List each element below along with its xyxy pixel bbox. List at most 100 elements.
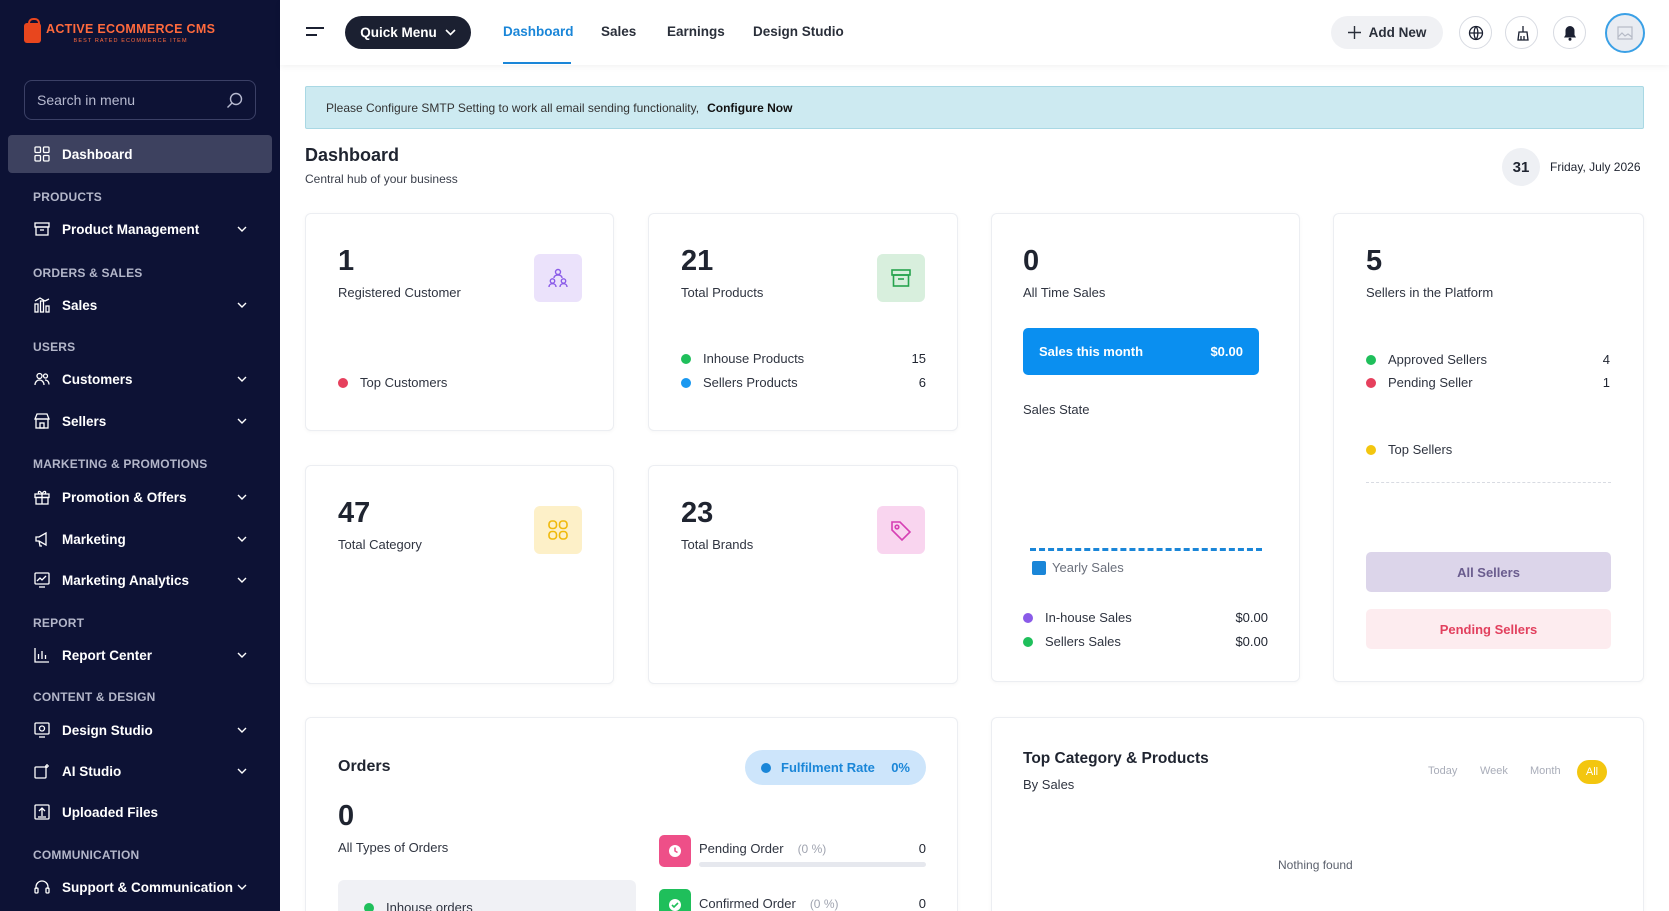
sidebar-item-label: Product Management [62,221,200,237]
inhouse-products-label: Inhouse Products [703,351,805,366]
date-day-badge: 31 [1502,148,1540,186]
sidebar-item-label: Marketing [62,531,126,547]
yellow-dot [1366,444,1376,455]
sales-this-month-button[interactable]: Sales this month $0.00 [1023,328,1259,375]
globe-icon[interactable] [1459,16,1492,49]
blue-dot [761,762,771,773]
brand-logo[interactable]: ACTIVE ECOMMERCE CMS BEST RATED ECOMMERC… [24,18,216,44]
top-category-card [991,717,1644,911]
filter-today[interactable]: Today [1428,765,1457,777]
legend-label: Yearly Sales [1052,560,1124,575]
sidebar-search-input[interactable]: Search in menu [24,80,256,120]
sidebar-item-uploaded-files[interactable]: Uploaded Files [33,800,249,824]
inhouse-orders-box: Inhouse orders [338,880,636,911]
customers-count: 1 [338,245,355,277]
fulfilment-value: 0% [891,760,910,775]
gift-icon [33,488,51,506]
confirmed-order-value: 0 [918,896,926,911]
tab-sales[interactable]: Sales [601,24,636,39]
clear-cache-icon[interactable] [1505,16,1538,49]
top-sellers-label: Top Sellers [1388,442,1453,457]
sidebar-item-label: Report Center [62,647,153,663]
sidebar-item-product-management[interactable]: Product Management [33,217,249,241]
sidebar-item-marketing-analytics[interactable]: Marketing Analytics [33,568,249,592]
products-label: Total Products [681,285,764,300]
purple-dot [1023,612,1033,623]
sidebar-item-report-center[interactable]: Report Center [33,643,249,667]
sidebar-item-label: Sales [62,297,98,313]
sidebar-item-marketing[interactable]: Marketing [33,527,249,551]
search-icon [227,92,243,108]
smtp-alert: Please Configure SMTP Setting to work al… [305,86,1644,129]
add-new-button[interactable]: Add New [1331,16,1443,49]
sidebar-item-sellers[interactable]: Sellers [33,409,249,433]
filter-week[interactable]: Week [1480,765,1508,777]
top-sellers-link[interactable]: Top Sellers [1366,442,1452,457]
inhouse-sales-label: In-house Sales [1045,610,1132,625]
sellers-products-label: Sellers Products [703,375,798,390]
menu-toggle-icon[interactable] [306,26,324,41]
section-communication: COMMUNICATION [33,848,140,862]
upload-icon [33,803,51,821]
support-icon [33,878,51,896]
sidebar-item-label: AI Studio [62,763,122,779]
inhouse-sales-value: $0.00 [1235,610,1268,625]
sidebar-item-promotion[interactable]: Promotion & Offers [33,485,249,509]
orders-title: Orders [338,758,391,775]
store-icon [33,412,51,430]
ai-sparkle-icon [33,762,51,780]
approved-sellers-label: Approved Sellers [1388,352,1487,367]
chevron-down-icon [235,532,249,546]
sidebar-item-dashboard[interactable]: Dashboard [33,142,249,166]
sellers-count: 5 [1366,245,1383,277]
configure-now-link[interactable]: Configure Now [707,101,792,115]
all-sellers-button[interactable]: All Sellers [1366,552,1611,592]
tag-icon [877,506,925,554]
bar-chart-icon [33,296,51,314]
sales-count: 0 [1023,245,1040,277]
sidebar-item-label: Sellers [62,413,107,429]
brands-label: Total Brands [681,537,754,552]
orders-count: 0 [338,800,355,832]
chevron-down-icon [235,573,249,587]
topbar: Quick Menu Dashboard Sales Earnings Desi… [280,0,1669,65]
grid-icon [33,145,51,163]
chart-legend[interactable]: Yearly Sales [1032,560,1124,575]
sidebar-item-customers[interactable]: Customers [33,367,249,391]
chevron-down-icon [235,414,249,428]
avatar[interactable] [1605,13,1645,53]
filter-all[interactable]: All [1577,760,1607,784]
sidebar-item-support[interactable]: Support & Communication [33,875,249,899]
report-chart-icon [33,646,51,664]
quick-menu-button[interactable]: Quick Menu [345,16,471,49]
filter-month[interactable]: Month [1530,765,1561,777]
bell-icon[interactable] [1553,16,1586,49]
sidebar-item-ai-studio[interactable]: AI Studio [33,759,249,783]
alert-text: Please Configure SMTP Setting to work al… [326,100,700,115]
sidebar-item-label: Design Studio [62,722,153,738]
sidebar-item-label: Support & Communication [62,879,233,895]
brand-tagline: BEST RATED ECOMMERCE ITEM [73,38,188,44]
tab-dashboard[interactable]: Dashboard [503,24,574,39]
chevron-down-icon [235,372,249,386]
sellers-sales-value: $0.00 [1235,634,1268,649]
chevron-down-icon [445,29,456,36]
tab-design-studio[interactable]: Design Studio [753,24,844,39]
image-placeholder-icon [1617,26,1633,40]
top-customers-link[interactable]: Top Customers [338,375,447,390]
page-title: Dashboard [305,145,400,165]
pending-seller-label: Pending Seller [1388,375,1473,390]
sidebar-item-design-studio[interactable]: Design Studio [33,718,249,742]
pending-order-value: 0 [918,841,926,856]
section-marketing: MARKETING & PROMOTIONS [33,457,208,471]
sidebar-item-label: Marketing Analytics [62,572,190,588]
green-dot [1023,636,1033,647]
tab-earnings[interactable]: Earnings [667,24,725,39]
confirmed-order-label: Confirmed Order [699,896,796,911]
brand-title: ACTIVE ECOMMERCE CMS [46,22,216,36]
fulfilment-label: Fulfilment Rate [781,760,875,775]
green-dot [364,902,374,911]
sales-month-value: $0.00 [1210,344,1243,359]
pending-sellers-button[interactable]: Pending Sellers [1366,609,1611,649]
sidebar-item-sales[interactable]: Sales [33,293,249,317]
